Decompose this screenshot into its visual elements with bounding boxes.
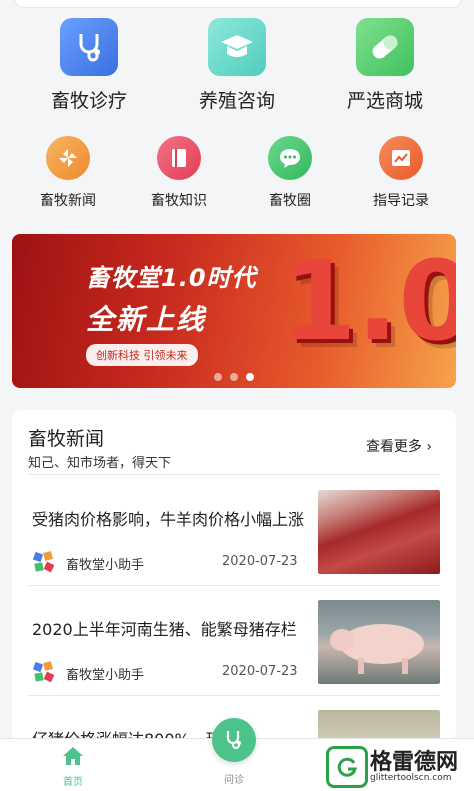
book-icon [157,136,201,180]
nav-diagnosis-label: 畜牧诊疗 [50,90,127,112]
primary-nav: 畜牧诊疗 养殖咨询 严选商城 [0,18,474,126]
tab-consult[interactable]: 问诊 [204,769,264,786]
news-section: 畜牧新闻 知己、知市场者，得天下 查看更多 › 受猪肉价格影响，牛羊肉价格小幅上… [12,410,456,740]
nav-diagnosis[interactable]: 畜牧诊疗 [14,18,164,113]
news-section-title: 畜牧新闻 [28,428,105,450]
banner-title: 畜牧堂1.0时代 [86,264,257,292]
news-item-date: 2020-07-23 [222,664,298,679]
promo-banner[interactable]: 1.0 畜牧堂1.0时代 全新上线 创新科技 引领未来 [12,234,456,388]
graduation-cap-icon [208,18,266,76]
news-item-date: 2020-07-23 [222,554,298,569]
piglets-thumbnail [318,710,440,740]
watermark-url: glittertoolscn.com [370,773,452,783]
stethoscope-icon [60,18,118,76]
news-section-subtitle: 知己、知市场者，得天下 [28,456,172,471]
author-logo-icon [32,660,56,684]
watermark: 格雷德网 glittertoolscn.com [322,742,472,788]
tab-home-label: 首页 [63,777,83,788]
nav-mall-label: 严选商城 [346,90,423,112]
news-item-author: 畜牧堂小助手 [66,558,145,573]
nav-records[interactable]: 指导记录 [346,136,456,210]
news-item[interactable]: 受猪肉价格影响，牛羊肉价格小幅上涨 畜牧堂小助手 2020-07-23 [12,476,456,586]
pig-thumbnail [318,600,440,684]
banner-version: 1.0 [280,237,456,365]
home-icon [43,745,103,771]
tab-consult-label: 问诊 [224,775,244,786]
nav-circle-label: 畜牧圈 [269,193,311,209]
nav-consultation-label: 养殖咨询 [198,90,275,112]
carousel-dot[interactable] [230,373,238,381]
nav-news-label: 畜牧新闻 [40,193,96,209]
pinwheel-icon [46,136,90,180]
banner-subtitle: 全新上线 [86,303,207,336]
watermark-logo-icon [326,746,368,788]
news-item[interactable]: 2020上半年河南生猪、能繁母猪存栏 畜牧堂小助手 2020-07-23 [12,586,456,696]
pill-icon [356,18,414,76]
search-card [14,0,462,8]
news-item-title: 受猪肉价格影响，牛羊肉价格小幅上涨 [32,510,305,529]
view-more-label: 查看更多 [365,439,422,455]
watermark-title: 格雷德网 [370,750,459,775]
nav-knowledge[interactable]: 畜牧知识 [124,136,234,210]
nav-records-label: 指导记录 [373,193,429,209]
news-item-title: 2020上半年河南生猪、能繁母猪存栏 [32,620,297,639]
nav-circle[interactable]: 畜牧圈 [235,136,345,210]
secondary-nav: 畜牧新闻 畜牧知识 畜牧圈 指导记录 [0,136,474,216]
chevron-right-icon: › [426,439,432,455]
carousel-dot[interactable] [214,373,222,381]
nav-consultation[interactable]: 养殖咨询 [162,18,312,113]
divider [28,474,440,475]
chat-bubble-icon [268,136,312,180]
consult-fab[interactable] [212,718,256,762]
tab-home[interactable]: 首页 [43,745,103,788]
nav-knowledge-label: 畜牧知识 [151,193,207,209]
author-logo-icon [32,550,56,574]
banner-tagline: 创新科技 引领未来 [86,344,198,366]
news-item-author: 畜牧堂小助手 [66,668,145,683]
view-more-link[interactable]: 查看更多 › [366,436,432,456]
raw-meat-thumbnail [318,490,440,574]
carousel-dot-active[interactable] [246,373,254,381]
carousel-indicator [12,366,456,385]
nav-news[interactable]: 畜牧新闻 [13,136,123,210]
stethoscope-icon [226,731,241,750]
trend-chart-icon [379,136,423,180]
nav-mall[interactable]: 严选商城 [310,18,460,113]
